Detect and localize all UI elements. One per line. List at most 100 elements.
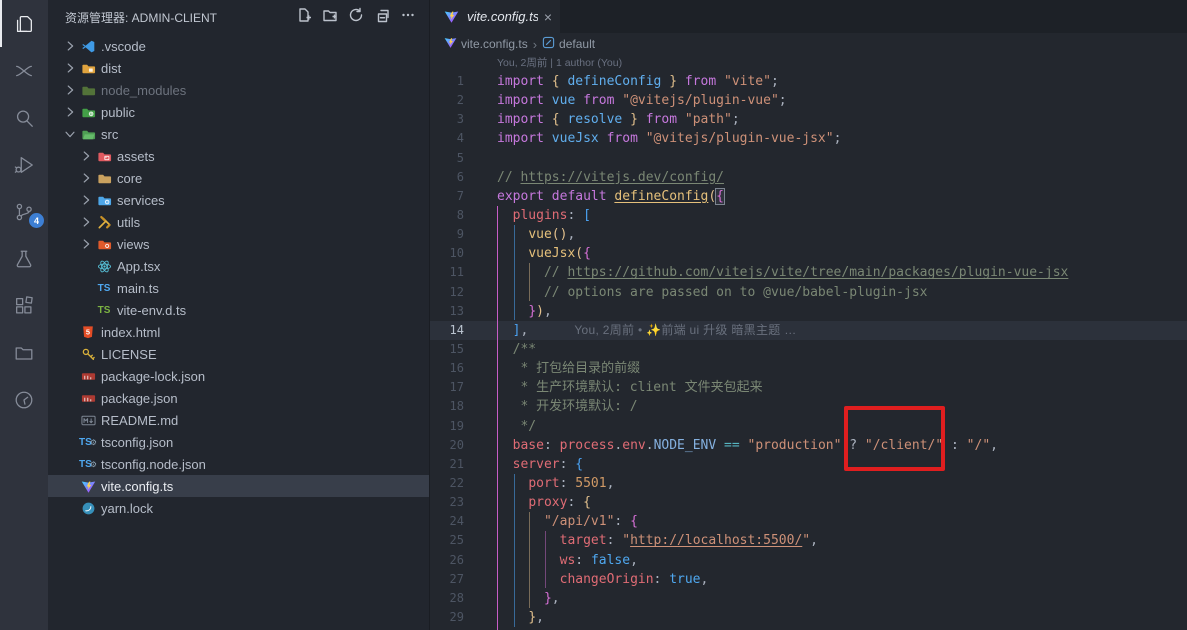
folder-assets-icon <box>94 148 114 164</box>
tree-item-label: src <box>101 127 118 142</box>
tree-item-tsconfig.json[interactable]: TS⚙tsconfig.json <box>48 431 429 453</box>
tree-item-index.html[interactable]: 5 index.html <box>48 321 429 343</box>
more-button[interactable] <box>397 7 419 29</box>
tree-item-dist[interactable]: dist <box>48 57 429 79</box>
chevron-right-icon[interactable] <box>78 148 94 164</box>
code-line-10[interactable]: 10 vueJsx({ <box>430 244 1187 263</box>
close-tab-icon[interactable]: × <box>544 10 552 24</box>
code-line-14[interactable]: 14 ],You, 2周前 • ✨前端 ui 升级 暗黑主题 … <box>430 321 1187 340</box>
code-line-4[interactable]: 4import vueJsx from "@vitejs/plugin-vue-… <box>430 129 1187 148</box>
chevron-spacer <box>78 302 94 318</box>
activity-source-control[interactable]: 4 <box>0 188 48 235</box>
chevron-spacer <box>62 434 78 450</box>
tree-item-App.tsx[interactable]: App.tsx <box>48 255 429 277</box>
line-number: 16 <box>430 359 478 378</box>
refresh-button[interactable] <box>345 7 367 29</box>
code-line-29[interactable]: 29 }, <box>430 608 1187 627</box>
tree-item-yarn.lock[interactable]: yarn.lock <box>48 497 429 519</box>
code-line-24[interactable]: 24 "/api/v1": { <box>430 512 1187 531</box>
code-line-26[interactable]: 26 ws: false, <box>430 551 1187 570</box>
code-line-18[interactable]: 18 * 开发环境默认: / <box>430 397 1187 416</box>
activity-testing[interactable] <box>0 235 48 282</box>
tree-item-label: yarn.lock <box>101 501 153 516</box>
code-line-20[interactable]: 20 base: process.env.NODE_ENV == "produc… <box>430 436 1187 455</box>
explorer-toolbar <box>293 7 419 29</box>
tree-item-package.json[interactable]: package.json <box>48 387 429 409</box>
tree-item-.vscode[interactable]: .vscode <box>48 35 429 57</box>
chevron-spacer <box>62 412 78 428</box>
tree-item-views[interactable]: views <box>48 233 429 255</box>
code-line-22[interactable]: 22 port: 5501, <box>430 474 1187 493</box>
code-line-16[interactable]: 16 * 打包给目录的前缀 <box>430 359 1187 378</box>
file-tree: .vscodedistnode_modulespublic src assetsco… <box>48 35 429 630</box>
code-line-17[interactable]: 17 * 生产环境默认: client 文件夹包起来 <box>430 378 1187 397</box>
code-line-11[interactable]: 11 // https://github.com/vitejs/vite/tre… <box>430 263 1187 282</box>
chevron-right-icon[interactable] <box>78 170 94 186</box>
collapse-all-button[interactable] <box>371 7 393 29</box>
chevron-right-icon[interactable] <box>78 214 94 230</box>
activity-project-folder[interactable] <box>0 329 48 376</box>
tree-item-assets[interactable]: assets <box>48 145 429 167</box>
code-line-19[interactable]: 19 */ <box>430 417 1187 436</box>
line-number: 19 <box>430 417 478 436</box>
code-line-5[interactable]: 5 <box>430 149 1187 168</box>
tree-item-services[interactable]: services <box>48 189 429 211</box>
code-line-6[interactable]: 6// https://vitejs.dev/config/ <box>430 168 1187 187</box>
chevron-right-icon[interactable] <box>62 82 78 98</box>
tree-item-core[interactable]: core <box>48 167 429 189</box>
tree-item-main.ts[interactable]: TSmain.ts <box>48 277 429 299</box>
activity-clock[interactable] <box>0 376 48 423</box>
code-line-28[interactable]: 28 }, <box>430 589 1187 608</box>
code-line-3[interactable]: 3import { resolve } from "path"; <box>430 110 1187 129</box>
tree-item-public[interactable]: public <box>48 101 429 123</box>
code-line-12[interactable]: 12 // options are passed on to @vue/babe… <box>430 283 1187 302</box>
tree-item-vite.config.ts[interactable]: vite.config.ts <box>48 475 429 497</box>
tree-item-node_modules[interactable]: node_modules <box>48 79 429 101</box>
tree-item-vite-env.d.ts[interactable]: TSvite-env.d.ts <box>48 299 429 321</box>
tree-item-tsconfig.node.json[interactable]: TS⚙tsconfig.node.json <box>48 453 429 475</box>
tab-vite-config[interactable]: vite.config.ts × <box>430 0 560 33</box>
code-line-15[interactable]: 15 /** <box>430 340 1187 359</box>
breadcrumb-file[interactable]: vite.config.ts <box>444 36 528 52</box>
code-line-27[interactable]: 27 changeOrigin: true, <box>430 570 1187 589</box>
code-line-2[interactable]: 2import vue from "@vitejs/plugin-vue"; <box>430 91 1187 110</box>
codelens-blame[interactable]: You, 2周前 | 1 author (You) <box>430 55 1187 72</box>
breadcrumb-symbol[interactable]: default <box>542 36 595 52</box>
chevron-down-icon[interactable] <box>62 126 78 142</box>
tree-item-LICENSE[interactable]: LICENSE <box>48 343 429 365</box>
activity-vs-logo[interactable] <box>0 47 48 94</box>
new-folder-button[interactable] <box>319 7 341 29</box>
code-line-23[interactable]: 23 proxy: { <box>430 493 1187 512</box>
chevron-right-icon[interactable] <box>78 192 94 208</box>
chevron-right-icon[interactable] <box>78 236 94 252</box>
tree-item-README.md[interactable]: README.md <box>48 409 429 431</box>
activity-run-debug[interactable] <box>0 141 48 188</box>
code-line-21[interactable]: 21 server: { <box>430 455 1187 474</box>
code-line-8[interactable]: 8 plugins: [ <box>430 206 1187 225</box>
line-number: 3 <box>430 110 478 129</box>
chevron-spacer <box>62 368 78 384</box>
code-line-13[interactable]: 13 }), <box>430 302 1187 321</box>
tree-item-src[interactable]: src <box>48 123 429 145</box>
tree-item-label: LICENSE <box>101 347 157 362</box>
code-line-9[interactable]: 9 vue(), <box>430 225 1187 244</box>
new-file-button[interactable] <box>293 7 315 29</box>
line-number: 18 <box>430 397 478 416</box>
tree-item-utils[interactable]: utils <box>48 211 429 233</box>
line-number: 22 <box>430 474 478 493</box>
svg-text:5: 5 <box>86 327 90 336</box>
code-line-7[interactable]: 7export default defineConfig({ <box>430 187 1187 206</box>
activity-explorer[interactable] <box>0 0 48 47</box>
code-editor[interactable]: You, 2周前 | 1 author (You) 1import { defi… <box>430 55 1187 630</box>
activity-search[interactable] <box>0 94 48 141</box>
activity-extensions[interactable] <box>0 282 48 329</box>
breadcrumb: vite.config.ts › default <box>430 33 1187 55</box>
tree-item-label: index.html <box>101 325 160 340</box>
chevron-right-icon[interactable] <box>62 38 78 54</box>
tree-item-package-lock.json[interactable]: package-lock.json <box>48 365 429 387</box>
chevron-right-icon[interactable] <box>62 60 78 76</box>
tree-item-label: tsconfig.node.json <box>101 457 206 472</box>
code-line-25[interactable]: 25 target: "http://localhost:5500/", <box>430 531 1187 550</box>
code-line-1[interactable]: 1import { defineConfig } from "vite"; <box>430 72 1187 91</box>
chevron-right-icon[interactable] <box>62 104 78 120</box>
